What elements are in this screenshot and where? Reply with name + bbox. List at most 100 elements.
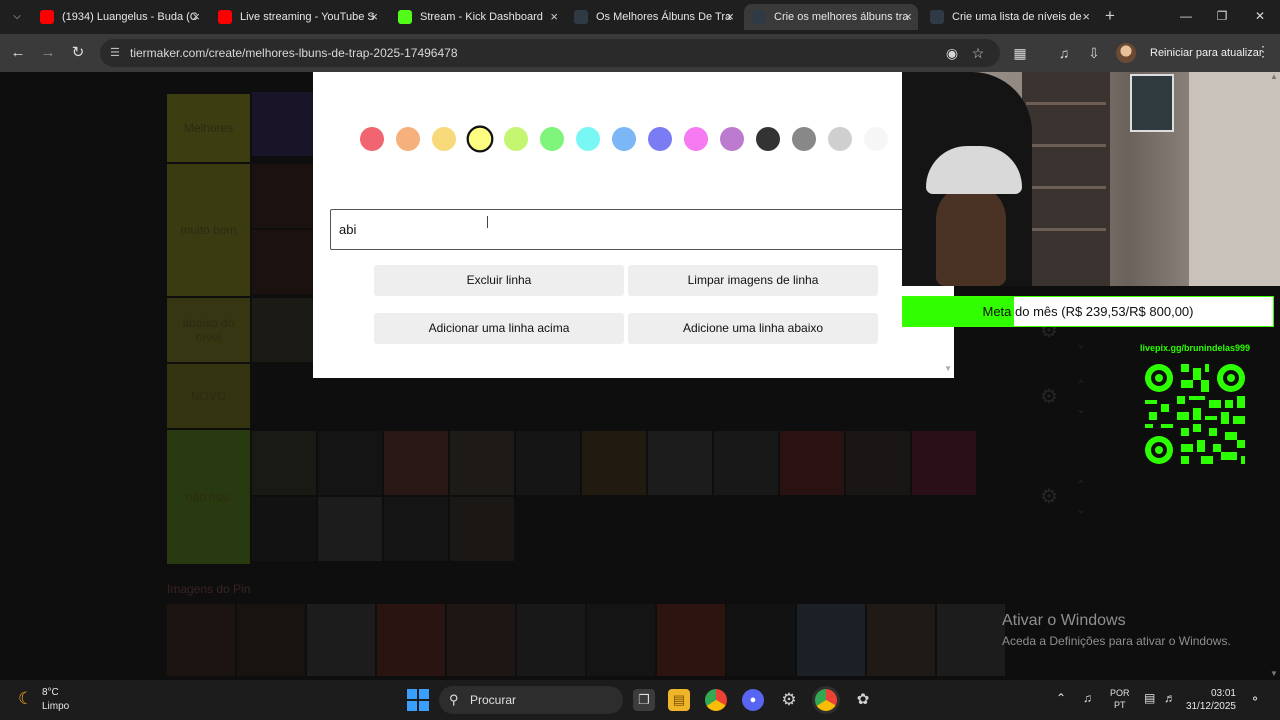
color-swatch[interactable]: [720, 127, 744, 151]
scroll-up-icon[interactable]: ▲: [1270, 72, 1278, 81]
url-text[interactable]: tiermaker.com/create/melhores-lbuns-de-t…: [130, 39, 458, 67]
tier-label-3[interactable]: abaixo do nível: [167, 298, 250, 362]
album-tile[interactable]: [937, 604, 1005, 676]
album-tile[interactable]: [587, 604, 655, 676]
album-tile[interactable]: [450, 497, 514, 561]
album-tile[interactable]: [318, 431, 382, 495]
album-tile[interactable]: [727, 604, 795, 676]
row-move-down-icon[interactable]: ⌄: [1076, 402, 1086, 416]
color-swatch[interactable]: [504, 127, 528, 151]
color-swatch[interactable]: [540, 127, 564, 151]
chrome-icon[interactable]: [705, 689, 727, 711]
microphone-icon[interactable]: ♫: [1083, 691, 1092, 705]
album-tile[interactable]: [516, 431, 580, 495]
tier-label-1[interactable]: Melhores: [167, 94, 250, 162]
album-tile[interactable]: [582, 431, 646, 495]
input-language[interactable]: POR PT: [1110, 687, 1130, 711]
browser-tab[interactable]: Crie os melhores álbuns tra ×: [744, 4, 918, 30]
album-tile[interactable]: [307, 604, 375, 676]
album-tile[interactable]: [318, 497, 382, 561]
browser-tab[interactable]: Os Melhores Álbuns De Tra ×: [566, 4, 740, 30]
start-button-windows-icon[interactable]: [407, 689, 429, 711]
network-icon[interactable]: ▤: [1144, 691, 1155, 705]
color-swatch[interactable]: [828, 127, 852, 151]
album-tile[interactable]: [384, 497, 448, 561]
album-tile[interactable]: [517, 604, 585, 676]
back-icon[interactable]: ←: [8, 43, 28, 63]
clear-row-images-button[interactable]: Limpar imagens de linha: [628, 265, 878, 296]
translate-icon[interactable]: ◉: [942, 43, 962, 63]
weather-temperature[interactable]: 8°C: [42, 687, 59, 698]
color-swatch[interactable]: [466, 125, 494, 153]
album-tile[interactable]: [167, 604, 235, 676]
tab-close-icon[interactable]: ×: [1082, 4, 1090, 30]
delete-row-button[interactable]: Excluir linha: [374, 265, 624, 296]
album-tile[interactable]: [648, 431, 712, 495]
color-swatch[interactable]: [648, 127, 672, 151]
album-tile[interactable]: [657, 604, 725, 676]
chrome-active-icon[interactable]: [815, 689, 837, 711]
album-tile[interactable]: [450, 431, 514, 495]
weather-condition[interactable]: Limpo: [42, 701, 69, 712]
page-scrollbar[interactable]: ▲ ▼: [1268, 72, 1280, 680]
tab-close-icon[interactable]: ×: [726, 4, 734, 30]
settings-gear-icon[interactable]: ⚙: [778, 689, 800, 711]
minimize-icon[interactable]: —: [1176, 6, 1196, 26]
extensions-icon[interactable]: ▦: [1010, 43, 1030, 63]
reload-icon[interactable]: ↻: [68, 43, 88, 63]
tab-close-icon[interactable]: ×: [550, 4, 558, 30]
modal-scroll-down-icon[interactable]: ▼: [944, 364, 952, 373]
color-swatch[interactable]: [684, 127, 708, 151]
album-tile[interactable]: [867, 604, 935, 676]
album-tile[interactable]: [447, 604, 515, 676]
album-tile[interactable]: [912, 431, 976, 495]
color-swatch[interactable]: [432, 127, 456, 151]
color-swatch[interactable]: [792, 127, 816, 151]
downloads-icon[interactable]: ⇩: [1084, 43, 1104, 63]
album-tile[interactable]: [797, 604, 865, 676]
browser-tab[interactable]: (1934) Luangelus - Buda (C ×: [32, 4, 206, 30]
tier-label-5[interactable]: não ouvi: [167, 430, 250, 564]
album-tile[interactable]: [252, 298, 316, 362]
relaunch-to-update-button[interactable]: Reiniciar para atualizar: [1140, 41, 1273, 65]
album-tile[interactable]: [237, 604, 305, 676]
row-settings-gear-icon[interactable]: ⚙: [1038, 486, 1060, 508]
forward-icon[interactable]: →: [38, 43, 58, 63]
new-tab-button[interactable]: +: [1100, 6, 1120, 26]
scroll-down-icon[interactable]: ▼: [1270, 669, 1278, 678]
discord-icon[interactable]: ●: [742, 689, 764, 711]
album-tile[interactable]: [780, 431, 844, 495]
close-window-icon[interactable]: ✕: [1250, 6, 1270, 26]
browser-tab[interactable]: Stream - Kick Dashboard ×: [390, 4, 564, 30]
address-bar[interactable]: ☰ tiermaker.com/create/melhores-lbuns-de…: [100, 39, 1000, 67]
site-info-icon[interactable]: ☰: [110, 45, 126, 61]
volume-icon[interactable]: ♬: [1164, 691, 1176, 705]
tier-label-2[interactable]: muito bom: [167, 164, 250, 296]
album-tile[interactable]: [384, 431, 448, 495]
add-row-above-button[interactable]: Adicionar uma linha acima: [374, 313, 624, 344]
taskbar-search-box[interactable]: ⚲ Procurar: [439, 686, 623, 714]
album-tile[interactable]: [252, 431, 316, 495]
tab-close-icon[interactable]: ×: [370, 4, 378, 30]
maximize-icon[interactable]: ❐: [1212, 6, 1232, 26]
browser-tab[interactable]: Live streaming - YouTube S ×: [210, 4, 384, 30]
task-view-icon[interactable]: ❐: [633, 689, 655, 711]
tab-close-icon[interactable]: ×: [192, 4, 200, 30]
color-swatch[interactable]: [864, 127, 888, 151]
obs-icon[interactable]: ✿: [852, 689, 874, 711]
add-row-below-button[interactable]: Adicione uma linha abaixo: [628, 313, 878, 344]
color-swatch[interactable]: [612, 127, 636, 151]
color-swatch[interactable]: [576, 127, 600, 151]
color-swatch[interactable]: [360, 127, 384, 151]
row-label-input[interactable]: [330, 209, 954, 250]
show-hidden-icons-chevron-icon[interactable]: ⌃: [1056, 691, 1066, 705]
album-tile[interactable]: [252, 497, 316, 561]
album-tile[interactable]: [846, 431, 910, 495]
row-move-down-icon[interactable]: ⌄: [1076, 502, 1086, 516]
row-move-down-icon[interactable]: ⌄: [1076, 337, 1086, 351]
row-move-up-icon[interactable]: ⌃: [1076, 478, 1086, 492]
file-explorer-icon[interactable]: ▤: [668, 689, 690, 711]
tab-search-menu-icon[interactable]: ⌵: [8, 8, 26, 26]
album-tile[interactable]: [252, 92, 316, 156]
color-swatch[interactable]: [396, 127, 420, 151]
